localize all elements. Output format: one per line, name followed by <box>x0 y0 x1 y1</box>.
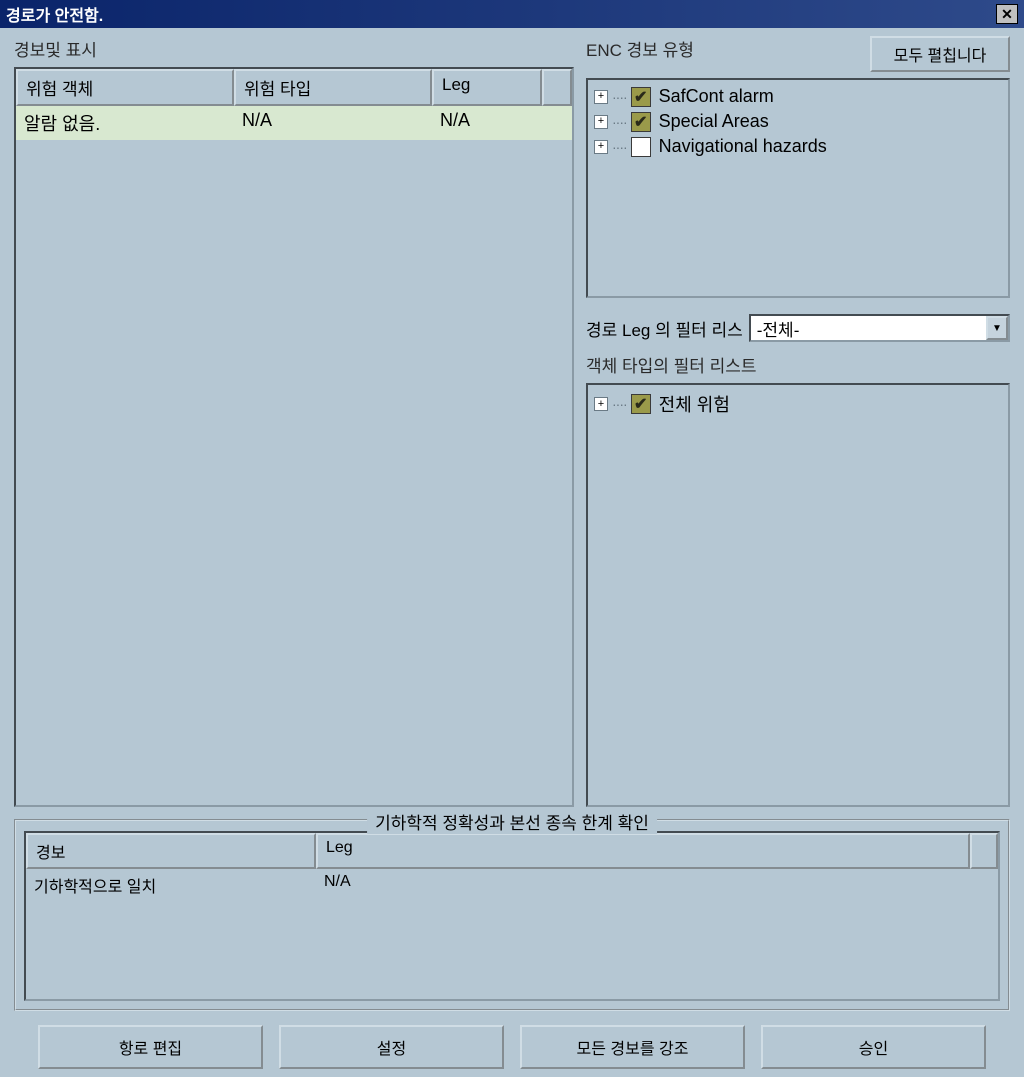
tree-item-special-areas[interactable]: + ···· ✔ Special Areas <box>594 111 1002 132</box>
geometry-col-leg[interactable]: Leg <box>316 833 970 869</box>
alarms-panel: 경보및 표시 위험 객체 위험 타입 Leg 알람 없음. N/A N/A <box>14 36 574 807</box>
settings-button[interactable]: 설정 <box>279 1025 504 1069</box>
geometry-cell-alarm: 기하학적으로 일치 <box>26 869 316 901</box>
leg-filter-label: 경로 Leg 의 필터 리스 <box>586 316 743 341</box>
alarms-cell-type: N/A <box>234 106 432 140</box>
expand-icon[interactable]: + <box>594 397 608 411</box>
alarms-col-type[interactable]: 위험 타입 <box>234 69 432 106</box>
alarms-cell-object: 알람 없음. <box>16 106 234 140</box>
geometry-check-panel: 기하학적 정확성과 본선 종속 한계 확인 경보 Leg 기하학적으로 일치 N… <box>14 819 1010 1011</box>
alarms-cell-leg: N/A <box>432 106 542 140</box>
button-bar: 항로 편집 설정 모든 경보를 강조 승인 <box>14 1025 1010 1069</box>
expand-icon[interactable]: + <box>594 140 608 154</box>
leg-filter-dropdown[interactable]: -전체- ▼ <box>749 314 1010 342</box>
tree-connector: ···· <box>612 139 627 155</box>
geometry-col-spacer <box>970 833 998 869</box>
close-button[interactable]: ✕ <box>996 4 1018 24</box>
alarms-table-header: 위험 객체 위험 타입 Leg <box>16 69 572 106</box>
object-type-tree[interactable]: + ···· ✔ 전체 위험 <box>586 383 1010 807</box>
expand-icon[interactable]: + <box>594 115 608 129</box>
route-edit-button[interactable]: 항로 편집 <box>38 1025 263 1069</box>
tree-label-special-areas: Special Areas <box>659 111 769 132</box>
enc-tree[interactable]: + ···· ✔ SafCont alarm + ···· ✔ Special … <box>586 78 1010 298</box>
checkbox-safcont[interactable]: ✔ <box>631 87 651 107</box>
alarms-table-row[interactable]: 알람 없음. N/A N/A <box>16 106 572 140</box>
highlight-all-button[interactable]: 모든 경보를 강조 <box>520 1025 745 1069</box>
obj-filter-label: 객체 타입의 필터 리스트 <box>586 352 1010 377</box>
tree-connector: ···· <box>612 396 627 412</box>
ok-button[interactable]: 승인 <box>761 1025 986 1069</box>
enc-alarm-type-label: ENC 경보 유형 <box>586 36 694 61</box>
expand-all-button[interactable]: 모두 펼칩니다 <box>870 36 1010 72</box>
alarms-label: 경보및 표시 <box>14 36 574 61</box>
alarms-col-leg[interactable]: Leg <box>432 69 542 106</box>
titlebar: 경로가 안전함. ✕ <box>0 0 1024 28</box>
window-title: 경로가 안전함. <box>6 2 103 26</box>
expand-icon[interactable]: + <box>594 90 608 104</box>
alarms-col-object[interactable]: 위험 객체 <box>16 69 234 106</box>
tree-connector: ···· <box>612 114 627 130</box>
geometry-table[interactable]: 경보 Leg 기하학적으로 일치 N/A <box>24 831 1000 1001</box>
dropdown-arrow-icon[interactable]: ▼ <box>986 316 1008 340</box>
geometry-legend: 기하학적 정확성과 본선 종속 한계 확인 <box>367 809 657 834</box>
alarms-table[interactable]: 위험 객체 위험 타입 Leg 알람 없음. N/A N/A <box>14 67 574 807</box>
tree-connector: ···· <box>612 89 627 105</box>
close-icon: ✕ <box>1001 6 1013 23</box>
tree-label-safcont: SafCont alarm <box>659 86 774 107</box>
leg-filter-value: -전체- <box>751 316 986 341</box>
tree-item-all-dangers[interactable]: + ···· ✔ 전체 위험 <box>594 391 1002 417</box>
geometry-table-row[interactable]: 기하학적으로 일치 N/A <box>26 869 998 901</box>
tree-item-safcont[interactable]: + ···· ✔ SafCont alarm <box>594 86 1002 107</box>
geometry-cell-leg: N/A <box>316 869 998 901</box>
checkbox-all-dangers[interactable]: ✔ <box>631 394 651 414</box>
checkbox-special-areas[interactable]: ✔ <box>631 112 651 132</box>
tree-label-nav-hazards: Navigational hazards <box>659 136 827 157</box>
checkbox-nav-hazards[interactable] <box>631 137 651 157</box>
alarms-col-spacer <box>542 69 572 106</box>
tree-item-nav-hazards[interactable]: + ···· Navigational hazards <box>594 136 1002 157</box>
tree-label-all-dangers: 전체 위험 <box>659 391 730 417</box>
geometry-col-alarm[interactable]: 경보 <box>26 833 316 869</box>
